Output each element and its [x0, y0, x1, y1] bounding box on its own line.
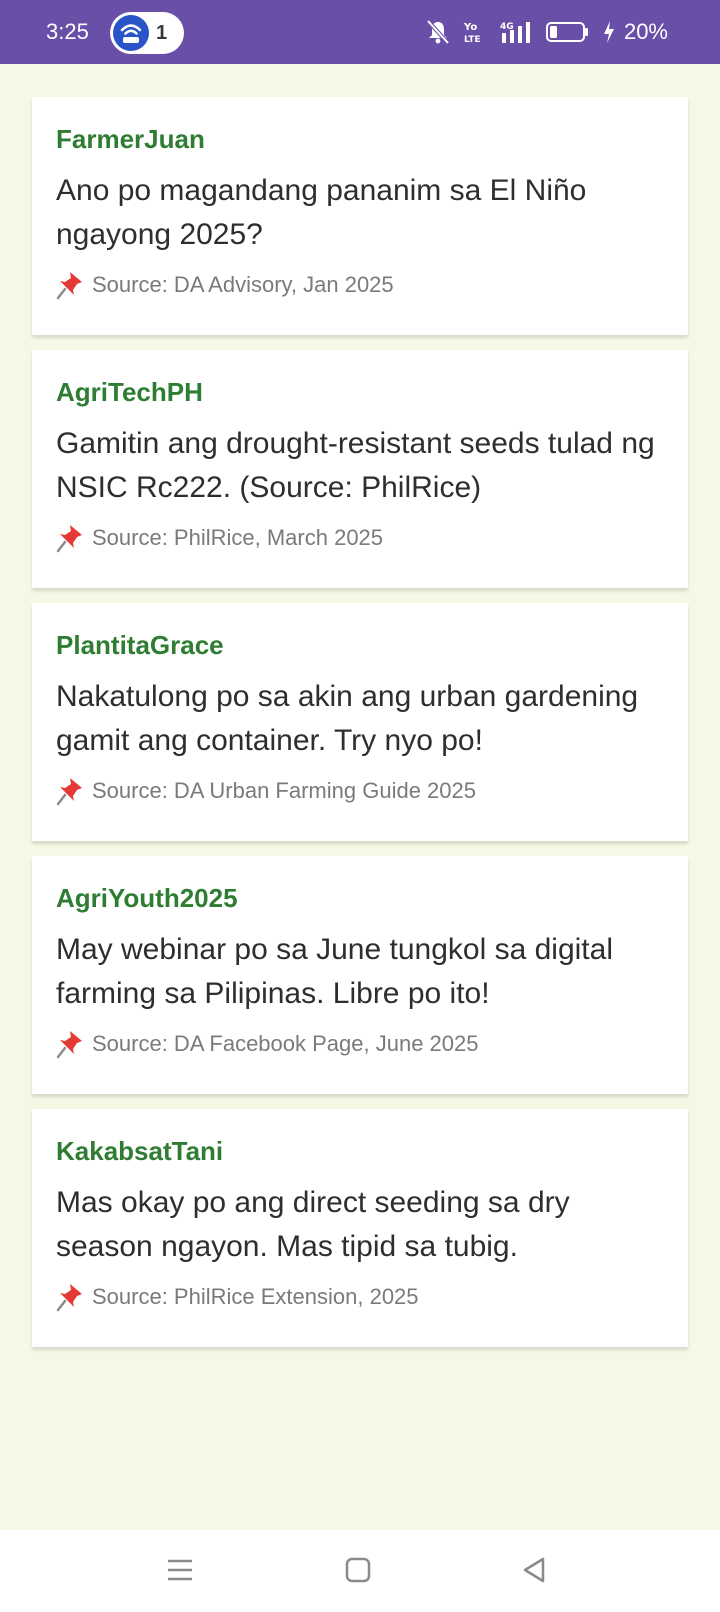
post-source-text: Source: DA Urban Farming Guide 2025 — [92, 778, 476, 803]
post-feed: FarmerJuan Ano po magandang pananim sa E… — [32, 97, 688, 1362]
hotspot-icon — [113, 15, 149, 51]
pushpin-icon — [56, 270, 84, 300]
post-source: Source: DA Urban Farming Guide 2025 — [56, 773, 664, 809]
post-card[interactable]: FarmerJuan Ano po magandang pananim sa E… — [32, 97, 688, 335]
post-author[interactable]: AgriTechPH — [56, 372, 664, 412]
post-source-text: Source: PhilRice, March 2025 — [92, 525, 384, 550]
post-source-text: Source: DA Advisory, Jan 2025 — [92, 272, 394, 297]
post-source-text: Source: DA Facebook Page, June 2025 — [92, 1031, 479, 1056]
post-body: Nakatulong po sa akin ang urban gardenin… — [56, 680, 639, 757]
bell-off-icon — [426, 19, 450, 45]
post-body: May webinar po sa June tungkol sa digita… — [56, 933, 613, 1010]
post-body: Mas okay po ang direct seeding sa dry se… — [56, 1186, 570, 1263]
pushpin-icon — [56, 523, 84, 553]
post-card[interactable]: AgriYouth2025 May webinar po sa June tun… — [32, 856, 688, 1094]
svg-text:LTE: LTE — [464, 35, 481, 45]
charging-icon — [602, 20, 616, 44]
post-source: Source: DA Advisory, Jan 2025 — [56, 267, 664, 303]
pushpin-icon — [56, 1282, 84, 1312]
pushpin-icon — [56, 1029, 84, 1059]
hotspot-indicator[interactable]: 1 — [110, 12, 184, 54]
back-triangle-icon[interactable] — [512, 1548, 556, 1592]
status-time: 3:25 — [46, 19, 89, 44]
status-icons: Yo LTE 4G 20% — [426, 16, 668, 48]
post-source-text: Source: PhilRice Extension, 2025 — [92, 1284, 419, 1309]
post-body: Gamitin ang drought-resistant seeds tula… — [56, 427, 655, 504]
hotspot-count: 1 — [156, 22, 168, 44]
menu-icon[interactable] — [158, 1548, 202, 1592]
svg-text:Yo: Yo — [463, 22, 477, 33]
post-author[interactable]: PlantitaGrace — [56, 625, 664, 665]
post-card[interactable]: KakabsatTani Mas okay po ang direct seed… — [32, 1109, 688, 1347]
battery-icon — [545, 20, 590, 44]
post-card[interactable]: AgriTechPH Gamitin ang drought-resistant… — [32, 350, 688, 588]
pushpin-icon — [56, 776, 84, 806]
post-source: Source: DA Facebook Page, June 2025 — [56, 1026, 664, 1062]
post-author[interactable]: KakabsatTani — [56, 1131, 664, 1171]
post-source: Source: PhilRice Extension, 2025 — [56, 1279, 664, 1315]
status-bar: 3:25 1 Yo LTE 4G 20% — [0, 0, 720, 64]
post-author[interactable]: AgriYouth2025 — [56, 878, 664, 918]
signal-4g-icon: 4G — [500, 19, 534, 45]
post-author[interactable]: FarmerJuan — [56, 119, 664, 159]
system-nav-bar — [0, 1530, 720, 1612]
post-card[interactable]: PlantitaGrace Nakatulong po sa akin ang … — [32, 603, 688, 841]
battery-percent: 20% — [623, 19, 668, 44]
volte-icon: Yo LTE — [462, 19, 488, 45]
post-source: Source: PhilRice, March 2025 — [56, 520, 664, 556]
post-body: Ano po magandang pananim sa El Niño ngay… — [56, 174, 587, 251]
home-square-icon[interactable] — [336, 1548, 380, 1592]
